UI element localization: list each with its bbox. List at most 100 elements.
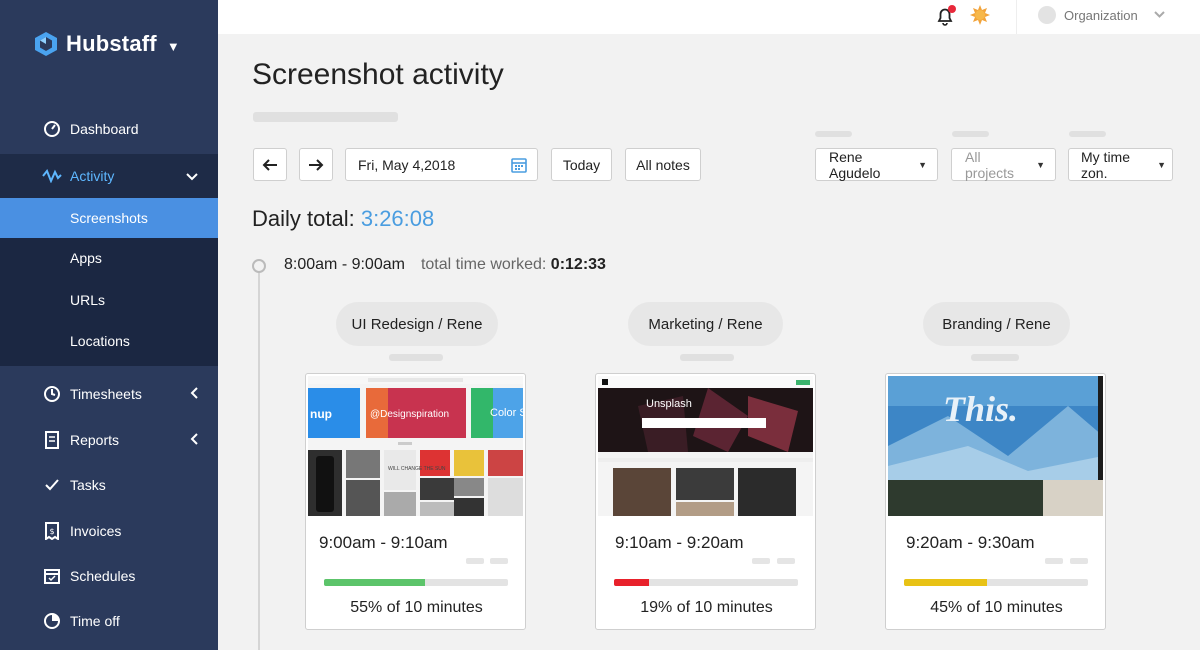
placeholder-chip [490,558,508,564]
sidebar-item-label: Reports [70,432,120,448]
calendar-check-icon [42,566,62,586]
report-icon [42,430,62,450]
check-icon [42,475,62,495]
date-picker[interactable]: Fri, May 4,2018 [345,148,538,181]
caret-down-icon: ▼ [918,159,927,170]
sidebar-item-label: Invoices [70,523,122,539]
arrow-right-icon [309,158,324,171]
daily-total: Daily total: 3:26:08 [252,206,434,232]
placeholder-bar [253,112,398,122]
user-select[interactable]: Rene Agudelo ▼ [815,148,938,181]
activity-progress-bar [904,579,1088,586]
subitem-label: Apps [70,250,102,266]
screenshot-time-range: 9:10am - 9:20am [615,533,744,552]
brand-name: Hubstaff [66,31,157,56]
activity-percentage: 45% of 10 minutes [930,599,1063,616]
screenshot-thumbnail[interactable]: nup @Designspiration Color S WILL CHANGE… [308,376,523,516]
sidebar-subitem-locations[interactable]: Locations [0,321,218,361]
caret-down-icon: ▼ [1157,159,1166,170]
svg-text:$: $ [49,527,54,536]
caret-down-icon: ▼ [1036,159,1045,170]
screenshot-time-range: 9:20am - 9:30am [906,533,1035,552]
next-day-button[interactable] [299,148,333,181]
sidebar-item-reports[interactable]: Reports [0,429,218,451]
placeholder-bar [680,354,734,361]
projects-select[interactable]: All projects ▼ [951,148,1056,181]
placeholder-chip [1045,558,1063,564]
subitem-label: URLs [70,292,106,308]
placeholder-chip [752,558,770,564]
page-title: Screenshot activity [252,58,504,91]
placeholder-bar [389,354,443,361]
screenshot-time-range: 9:00am - 9:10am [319,533,448,552]
sidebar-item-label: Tasks [70,477,106,493]
activity-progress-bar [614,579,798,586]
daily-total-value: 3:26:08 [360,206,435,231]
thumb-text: Unsplash [646,398,692,410]
activity-progress-bar [324,579,508,586]
sidebar-item-label: Timesheets [70,386,142,402]
activity-percentage: 19% of 10 minutes [640,599,773,616]
timeline-line [258,270,260,650]
select-value: All projects [965,148,1015,181]
sidebar-item-invoices[interactable]: $ Invoices [0,520,218,542]
organization-label: Organization [1064,7,1138,23]
worked-label: total time worked: [420,256,547,273]
placeholder-chip [466,558,484,564]
placeholder-bar [1069,131,1106,137]
select-value: Rene Agudelo [829,148,881,181]
sidebar-item-timesheets[interactable]: Timesheets [0,383,218,405]
calendar-icon [511,157,527,173]
all-notes-button[interactable]: All notes [625,148,701,181]
sidebar-item-dashboard[interactable]: Dashboard [0,118,218,140]
caret-down-icon: ▼ [166,38,180,54]
subitem-label: Locations [70,333,130,349]
pie-icon [42,611,62,631]
sidebar-item-label: Activity [70,168,115,184]
sidebar-item-activity[interactable]: Activity [0,154,218,198]
time-slot-range: 8:00am - 9:00am [284,256,405,273]
divider [1016,0,1017,34]
thumb-text: Color S [490,407,523,419]
sidebar-item-label: Schedules [70,568,136,584]
activity-wave-icon [42,166,62,186]
placeholder-bar [815,131,852,137]
organization-menu[interactable]: Organization [1038,6,1165,24]
notification-dot [948,5,956,13]
date-value: Fri, May 4,2018 [358,156,456,173]
brand-menu[interactable]: Hubstaff ▼ [32,30,180,58]
today-button[interactable]: Today [551,148,612,181]
sidebar-subitem-urls[interactable]: URLs [0,280,218,320]
worked-value: 0:12:33 [550,256,606,273]
avatar [1038,6,1056,24]
activity-percentage: 55% of 10 minutes [350,599,483,616]
sidebar-item-tasks[interactable]: Tasks [0,474,218,496]
project-pill: Marketing / Rene [628,302,783,346]
project-pill: UI Redesign / Rene [336,302,498,346]
sidebar-item-time-off[interactable]: Time off [0,610,218,632]
project-pill: Branding / Rene [923,302,1070,346]
sidebar-item-label: Dashboard [70,121,139,137]
screenshot-card[interactable]: Unsplash 9:10am - 9:20am 19% of 10 minut… [595,373,816,630]
screenshot-card[interactable]: nup @Designspiration Color S WILL CHANGE… [305,373,526,630]
clock-icon [42,384,62,404]
placeholder-chip [1070,558,1088,564]
sun-icon[interactable] [969,4,991,26]
activity-progress-fill [614,579,649,586]
screenshot-thumbnail[interactable]: This. [888,376,1103,516]
screenshot-card[interactable]: This. 9:20am - 9:30am 45% of 10 minutes [885,373,1106,630]
timeline-dot [252,259,266,273]
select-value: My time zon. [1081,148,1130,181]
sidebar-item-label: Time off [70,613,120,629]
sidebar: Hubstaff ▼ Dashboard Activity Screenshot… [0,0,218,650]
previous-day-button[interactable] [253,148,287,181]
sidebar-subitem-apps[interactable]: Apps [0,238,218,278]
sidebar-subitem-screenshots[interactable]: Screenshots [0,198,218,238]
timezone-select[interactable]: My time zon. ▼ [1068,148,1173,181]
screenshot-thumbnail[interactable]: Unsplash [598,376,813,516]
chevron-left-icon [190,432,198,448]
sidebar-item-schedules[interactable]: Schedules [0,565,218,587]
activity-progress-fill [904,579,987,586]
activity-submenu: Screenshots Apps URLs Locations [0,198,218,366]
thumb-text: nup [310,407,332,421]
